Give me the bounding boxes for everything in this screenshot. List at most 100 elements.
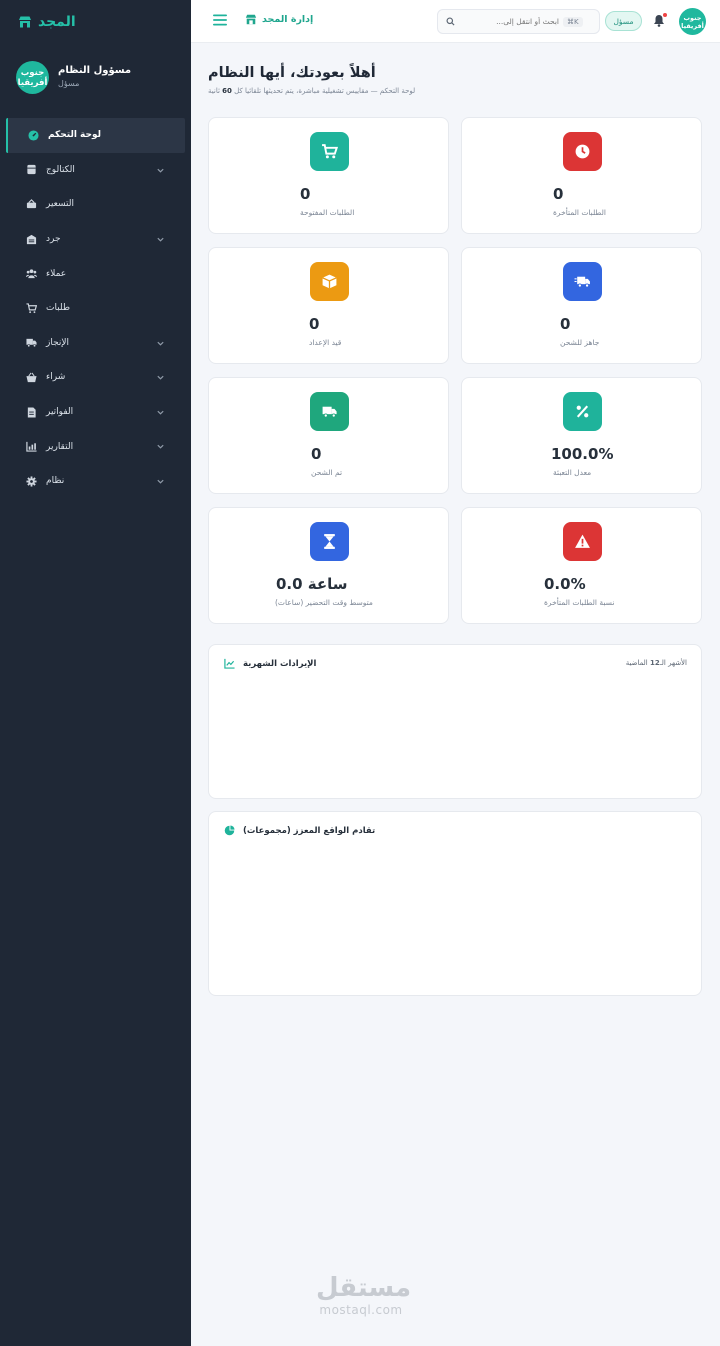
subtitle-text: لوحة التحكم — مقاييس تشغيلية مباشرة، يتم…	[234, 87, 416, 95]
panel-meta: الأشهر الـ12 الماضية	[626, 659, 687, 667]
sidebar-item-pricing[interactable]: التسعير	[0, 187, 191, 222]
panel-title: الإيرادات الشهرية	[224, 658, 316, 669]
notification-dot	[663, 13, 667, 17]
warning-icon	[563, 522, 602, 561]
gear-icon	[25, 476, 37, 487]
watermark-url: mostaql.com	[319, 1303, 403, 1317]
sidebar-item-dashboard[interactable]: لوحة التحكم	[6, 118, 185, 153]
cart-icon	[25, 303, 37, 314]
kpi-label: قيد الإعداد	[309, 338, 342, 347]
store-icon	[18, 16, 32, 28]
kpi-card-ready-to-ship[interactable]: 0 جاهز للشحن	[461, 247, 702, 364]
dashboard-icon	[27, 130, 39, 141]
refresh-interval: 60	[222, 87, 232, 95]
sidebar-item-label: جرد	[46, 234, 61, 245]
watermark-logo: مستقل	[316, 1273, 412, 1303]
tag-icon	[25, 199, 37, 210]
kpi-value: 100.0%	[551, 445, 614, 463]
sidebar-item-system[interactable]: نظام	[0, 464, 191, 499]
chevron-down-icon	[157, 168, 164, 173]
user-avatar[interactable]: جنوب أفريقيا	[679, 8, 706, 35]
kpi-value: 0.0 ساعة	[276, 575, 348, 593]
user-role: مسؤل	[58, 79, 80, 88]
chevron-down-icon	[157, 375, 164, 380]
hourglass-icon	[310, 522, 349, 561]
users-icon	[25, 268, 37, 279]
sidebar-item-label: الفواتير	[46, 407, 74, 418]
truck-icon	[25, 337, 37, 348]
sidebar-item-catalog[interactable]: الكتالوج	[0, 153, 191, 188]
aging-title: تقادم الواقع المعزز (مجموعات)	[243, 825, 376, 836]
sidebar-item-label: شراء	[46, 372, 66, 383]
kpi-label: الطلبات المفتوحة	[300, 208, 355, 217]
kpi-value: 0	[300, 185, 311, 203]
report-icon	[25, 441, 37, 452]
menu-toggle-icon[interactable]	[213, 14, 227, 26]
kpi-value: 0	[311, 445, 322, 463]
kpi-label: جاهز للشحن	[560, 338, 600, 347]
sidebar-item-label: عملاء	[46, 268, 67, 279]
sidebar-nav: لوحة التحكم الكتالوج التسعير جرد عملاء ط…	[0, 118, 191, 499]
kpi-card-avg-prep-time[interactable]: 0.0 ساعة متوسط وقت التحضير (ساعات)	[208, 507, 449, 624]
kpi-label: معدل التعبئة	[553, 468, 592, 477]
kpi-value: 0.0%	[544, 575, 586, 593]
sidebar-user[interactable]: جنوب أفريقيا مسؤول النظام مسؤل	[0, 44, 191, 106]
chevron-down-icon	[157, 410, 164, 415]
monthly-revenue-panel: الإيرادات الشهرية الأشهر الـ12 الماضية	[208, 644, 702, 799]
box-open-icon	[310, 262, 349, 301]
sidebar-item-purchasing[interactable]: شراء	[0, 360, 191, 395]
role-badge: مسؤل	[605, 11, 642, 31]
search-shortcut: ⌘K	[563, 16, 583, 27]
kpi-label: تم الشحن	[311, 468, 343, 477]
meta-suffix: الماضية	[625, 659, 648, 667]
ar-aging-panel: تقادم الواقع المعزز (مجموعات)	[208, 811, 702, 996]
search-input[interactable]	[463, 17, 559, 26]
box-icon	[25, 164, 37, 175]
clock-icon	[563, 132, 602, 171]
sidebar: المجد جنوب أفريقيا مسؤول النظام مسؤل لوح…	[0, 0, 191, 1346]
sidebar-item-label: طلبات	[46, 303, 71, 314]
basket-icon	[25, 372, 37, 383]
meta-number: 12	[650, 659, 660, 667]
percent-icon	[563, 392, 602, 431]
kpi-card-in-preparation[interactable]: 0 قيد الإعداد	[208, 247, 449, 364]
kpi-value: 0	[553, 185, 564, 203]
sidebar-item-fulfillment[interactable]: الإنجاز	[0, 326, 191, 361]
kpi-card-late-orders[interactable]: 0 الطلبات المتأخرة	[461, 117, 702, 234]
subtitle-unit: ثانية	[208, 87, 220, 95]
sidebar-item-orders[interactable]: طلبات	[0, 291, 191, 326]
sidebar-brand[interactable]: المجد	[0, 0, 191, 44]
truck-fast-icon	[563, 262, 602, 301]
cart-icon	[310, 132, 349, 171]
search-box[interactable]: ⌘K	[437, 9, 600, 34]
kpi-card-shipped[interactable]: 0 تم الشحن	[208, 377, 449, 494]
meta-prefix: الأشهر الـ	[659, 659, 687, 667]
sidebar-item-inventory[interactable]: جرد	[0, 222, 191, 257]
user-name: مسؤول النظام	[58, 65, 132, 76]
kpi-card-late-rate[interactable]: 0.0% نسبة الطلبات المتأخرة	[461, 507, 702, 624]
truck-icon	[310, 392, 349, 431]
kpi-card-open-orders[interactable]: 0 الطلبات المفتوحة	[208, 117, 449, 234]
sidebar-item-invoices[interactable]: الفواتير	[0, 395, 191, 430]
topbar-brand[interactable]: إدارة المجد	[245, 14, 313, 25]
sidebar-item-reports[interactable]: التقارير	[0, 429, 191, 464]
store-icon	[245, 14, 257, 25]
kpi-label: الطلبات المتأخرة	[553, 208, 606, 217]
pie-chart-icon	[224, 825, 235, 836]
sidebar-item-label: التسعير	[46, 199, 75, 210]
topbar-brand-label: إدارة المجد	[262, 14, 314, 25]
sidebar-item-label: الكتالوج	[46, 164, 75, 175]
sidebar-brand-label: المجد	[38, 14, 76, 30]
chevron-down-icon	[157, 341, 164, 346]
kpi-value: 0	[309, 315, 320, 333]
kpi-label: متوسط وقت التحضير (ساعات)	[275, 598, 373, 607]
sidebar-item-customers[interactable]: عملاء	[0, 256, 191, 291]
sidebar-item-label: نظام	[46, 476, 65, 487]
sidebar-item-label: التقارير	[46, 441, 74, 452]
chevron-down-icon	[157, 445, 164, 450]
kpi-label: نسبة الطلبات المتأخرة	[544, 598, 615, 607]
kpi-card-fill-rate[interactable]: 100.0% معدل التعبئة	[461, 377, 702, 494]
panel-title: تقادم الواقع المعزز (مجموعات)	[224, 825, 375, 836]
sidebar-item-label: الإنجاز	[46, 337, 70, 348]
kpi-value: 0	[560, 315, 571, 333]
